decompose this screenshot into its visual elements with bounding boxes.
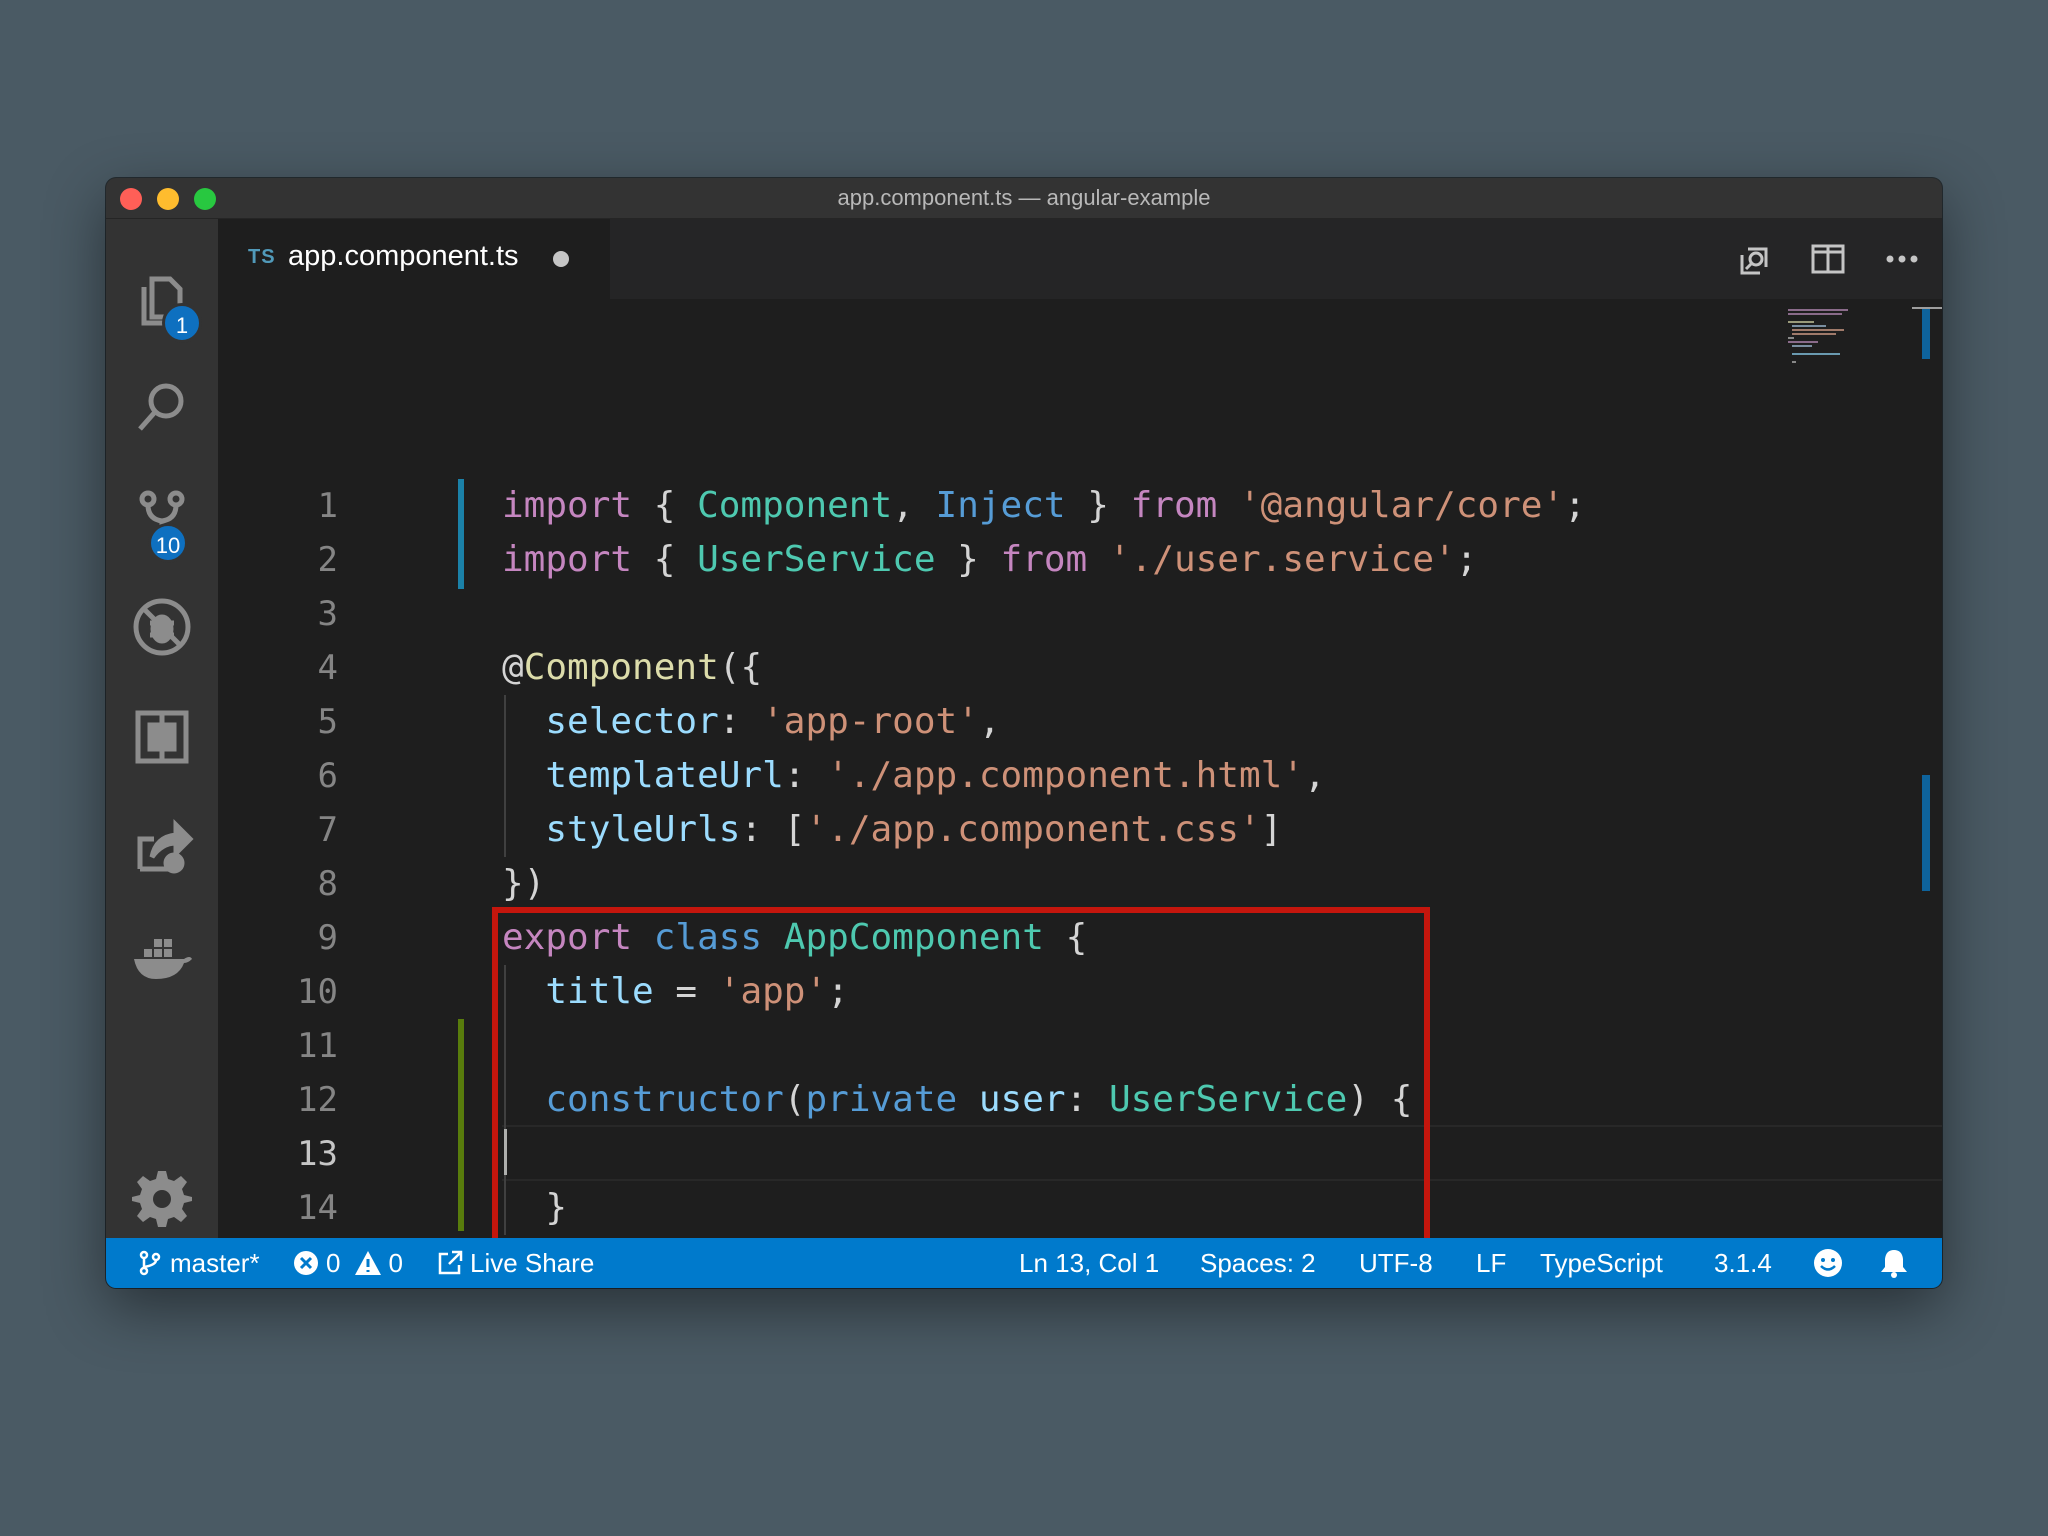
code-line-1: import { Component, Inject } from '@angu… — [502, 485, 1586, 526]
open-preview-icon — [1740, 247, 1768, 275]
line-number: 2 — [317, 540, 338, 580]
typescript-file-icon: TS — [248, 246, 276, 268]
eol-status[interactable]: LF — [1476, 1238, 1506, 1288]
source-control-badge: 10 — [148, 523, 188, 563]
vscode-window: app.component.ts — angular-example 1 10 … — [106, 178, 1942, 1288]
line-number-active: 13 — [297, 1134, 338, 1174]
line-number: 3 — [317, 594, 338, 634]
search-icon — [130, 375, 194, 444]
bell-icon — [1881, 1250, 1907, 1278]
tab-app-component[interactable]: TS app.component.ts — [218, 219, 610, 299]
encoding-status[interactable]: UTF-8 — [1359, 1238, 1433, 1288]
live-share-label: Live Share — [470, 1248, 595, 1278]
warning-count: 0 — [388, 1248, 403, 1278]
no-bug-icon — [130, 595, 194, 664]
smiley-icon — [1814, 1249, 1842, 1277]
docker-icon — [130, 925, 194, 994]
tab-label: app.component.ts — [288, 240, 519, 272]
explorer-badge: 1 — [162, 303, 202, 343]
git-added-gutter-mark — [458, 1019, 464, 1231]
line-number: 9 — [317, 918, 338, 958]
open-preview-button[interactable] — [1734, 239, 1774, 279]
live-share-status[interactable]: Live Share — [436, 1238, 594, 1288]
branch-name: master* — [170, 1248, 260, 1278]
activity-live-share[interactable] — [106, 799, 218, 899]
window-title: app.component.ts — angular-example — [837, 185, 1211, 210]
activity-source-control[interactable]: 10 — [106, 469, 218, 569]
share-icon — [438, 1250, 463, 1275]
language-status[interactable]: TypeScript — [1540, 1238, 1663, 1288]
highlight-annotation-box — [492, 907, 1430, 1288]
git-branch-icon — [139, 1250, 161, 1276]
line-number: 5 — [317, 702, 338, 742]
activity-extensions[interactable] — [106, 689, 218, 789]
line-number: 6 — [317, 756, 338, 796]
extensions-icon — [130, 705, 194, 774]
code-line-7: styleUrls: ['./app.component.css'] — [545, 809, 1283, 850]
line-number: 8 — [317, 864, 338, 904]
scrollbar-decoration — [1922, 307, 1930, 359]
more-actions-button[interactable] — [1882, 239, 1922, 279]
minimap[interactable] — [1788, 307, 1898, 367]
line-number: 7 — [317, 810, 338, 850]
status-bar: master* 0 0 Live Share Ln 13, Col 1 Spac… — [106, 1238, 1942, 1288]
line-number: 14 — [297, 1188, 338, 1228]
scrollbar-cursor-marker — [1912, 307, 1942, 309]
code-line-2: import { UserService } from './user.serv… — [502, 539, 1478, 580]
code-line-6: templateUrl: './app.component.html', — [545, 755, 1326, 796]
error-icon — [294, 1251, 318, 1275]
warning-icon — [355, 1251, 382, 1275]
line-number: 4 — [317, 648, 338, 688]
code-line-8: }) — [502, 863, 546, 904]
error-count: 0 — [326, 1248, 341, 1278]
scrollbar-decoration — [1922, 775, 1930, 891]
activity-docker[interactable] — [106, 909, 218, 1009]
editor-actions — [1734, 239, 1922, 279]
live-share-icon — [130, 815, 194, 884]
unsaved-dot-icon[interactable] — [553, 251, 569, 267]
tab-bar: TS app.component.ts — [218, 219, 1942, 299]
activity-search[interactable] — [106, 359, 218, 459]
typescript-version-status[interactable]: 3.1.4 — [1714, 1238, 1772, 1288]
line-number: 1 — [317, 486, 338, 526]
title-bar: app.component.ts — angular-example — [106, 178, 1942, 219]
branch-status[interactable]: master* — [136, 1238, 260, 1288]
line-number: 10 — [297, 972, 338, 1012]
line-number: 11 — [297, 1026, 338, 1066]
git-modified-gutter-mark — [458, 479, 464, 589]
problems-status[interactable]: 0 0 — [292, 1238, 403, 1288]
more-icon — [1886, 255, 1918, 263]
line-number: 12 — [297, 1080, 338, 1120]
code-line-4: @Component({ — [502, 647, 763, 688]
activity-debug[interactable] — [106, 579, 218, 679]
split-editor-icon — [1811, 244, 1845, 274]
feedback-button[interactable] — [1812, 1238, 1844, 1288]
settings-button[interactable] — [106, 1149, 218, 1249]
activity-bar: 1 10 — [106, 219, 218, 1238]
notifications-button[interactable] — [1878, 1238, 1910, 1288]
code-line-5: selector: 'app-root', — [545, 701, 1001, 742]
gear-icon — [130, 1165, 194, 1234]
indentation-status[interactable]: Spaces: 2 — [1200, 1238, 1316, 1288]
activity-explorer[interactable]: 1 — [106, 249, 218, 349]
cursor-position-status[interactable]: Ln 13, Col 1 — [1019, 1238, 1159, 1288]
split-editor-button[interactable] — [1808, 239, 1848, 279]
